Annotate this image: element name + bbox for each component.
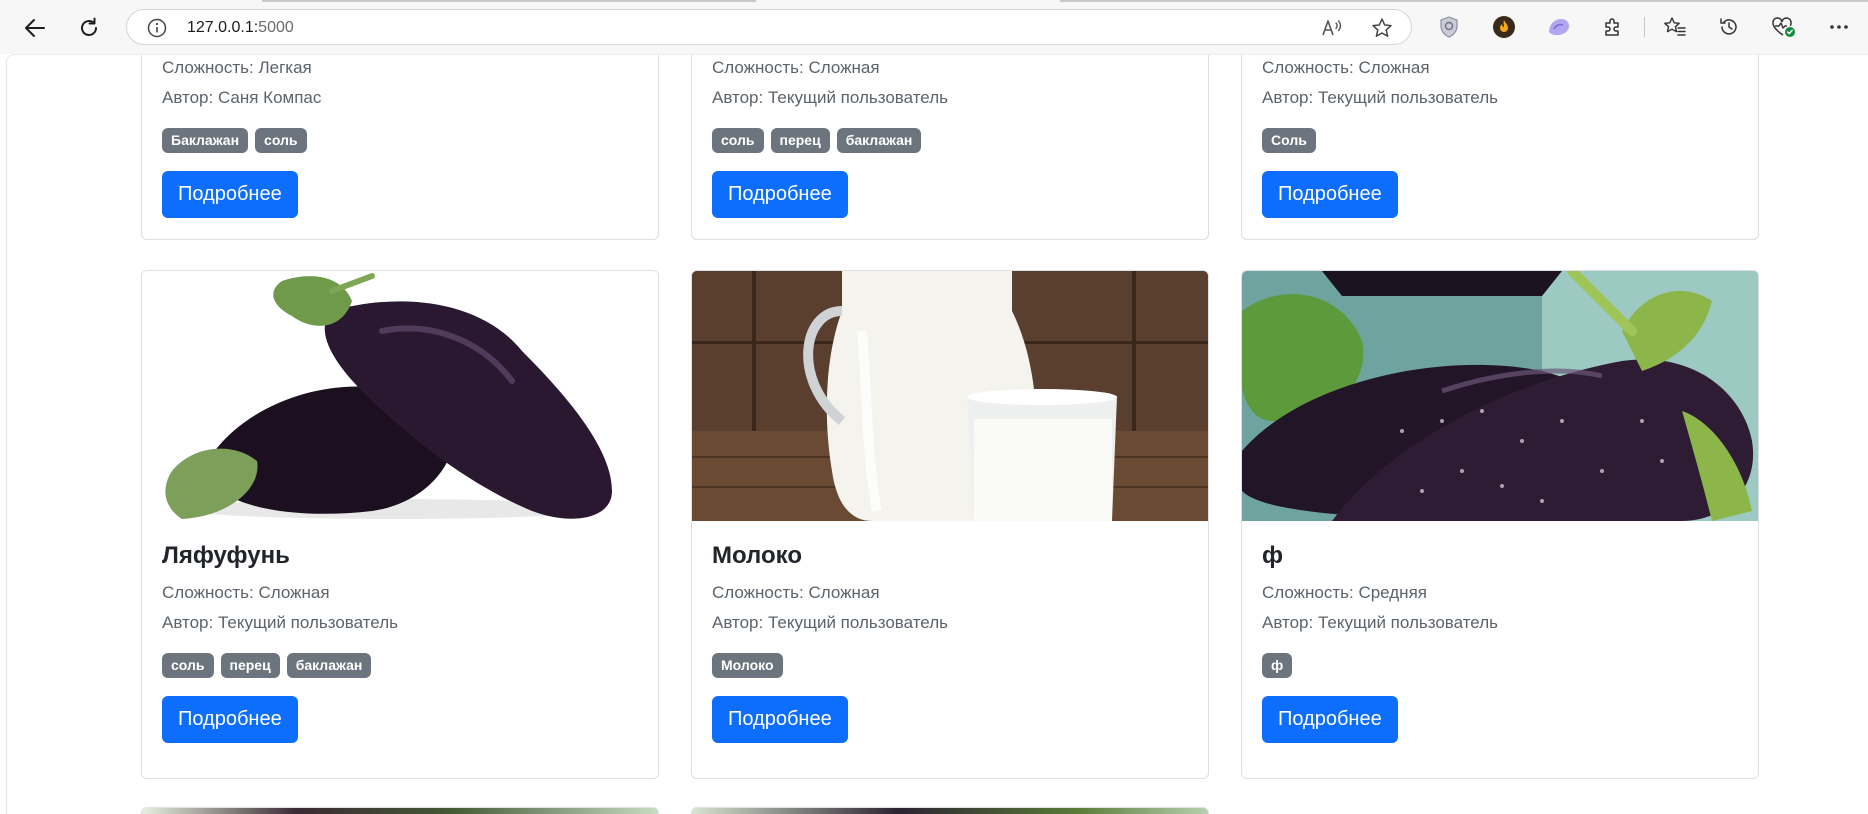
tag-badge: соль	[255, 128, 307, 153]
url-text[interactable]: 127.0.0.1:5000	[187, 19, 294, 37]
tag-badge: Баклажан	[162, 128, 249, 153]
page-content: Сложность: Легкая Автор: Саня Компас Бак…	[6, 54, 1868, 814]
extensions-puzzle-icon[interactable]	[1600, 14, 1626, 40]
tag-badge: перец	[220, 653, 280, 678]
details-button[interactable]: Подробнее	[712, 696, 848, 743]
tag-list: Соль	[1262, 128, 1316, 153]
recipe-image	[142, 271, 658, 521]
tag-badge: Молоко	[712, 653, 783, 678]
card-complexity: Сложность: Сложная	[162, 583, 330, 602]
card-author: Автор: Текущий пользователь	[712, 88, 948, 107]
recipe-image	[1242, 271, 1758, 521]
tab-strip-edge	[0, 0, 1868, 2]
recipe-card: Сложность: Легкая Автор: Саня Компас Бак…	[141, 55, 659, 240]
fire-extension-icon[interactable]	[1491, 14, 1517, 40]
tag-list: соль перец баклажан	[712, 128, 922, 153]
settings-more-icon[interactable]	[1826, 14, 1852, 40]
card-title: Молоко	[712, 542, 802, 569]
tag-badge: ф	[1262, 653, 1293, 678]
card-author: Автор: Саня Компас	[162, 88, 322, 107]
details-button[interactable]: Подробнее	[162, 696, 298, 743]
tag-badge: баклажан	[836, 128, 922, 153]
history-icon[interactable]	[1716, 14, 1742, 40]
details-button[interactable]: Подробнее	[162, 171, 298, 218]
back-button[interactable]	[19, 12, 51, 44]
recipe-card: Ляфуфунь Сложность: Сложная Автор: Текущ…	[141, 270, 659, 779]
milk-image	[692, 271, 1208, 521]
card-complexity: Сложность: Средняя	[1262, 583, 1427, 602]
recipe-card: ф Сложность: Средняя Автор: Текущий поль…	[1241, 270, 1759, 779]
details-button[interactable]: Подробнее	[1262, 696, 1398, 743]
card-author: Автор: Текущий пользователь	[1262, 88, 1498, 107]
tag-list: Баклажан соль	[162, 128, 307, 153]
tag-badge: соль	[162, 653, 214, 678]
card-complexity: Сложность: Сложная	[712, 58, 880, 77]
recipe-card: Молоко Сложность: Сложная Автор: Текущий…	[691, 270, 1209, 779]
eggplant-image	[142, 271, 658, 521]
card-title: ф	[1262, 542, 1283, 569]
card-complexity: Сложность: Легкая	[162, 58, 312, 77]
tag-badge: соль	[712, 128, 764, 153]
wet-eggplant-image	[1242, 271, 1758, 521]
address-bar[interactable]: 127.0.0.1:5000	[126, 9, 1412, 45]
browser-toolbar: 127.0.0.1:5000	[0, 0, 1868, 54]
tag-list: Молоко	[712, 653, 783, 678]
details-button[interactable]: Подробнее	[712, 171, 848, 218]
card-complexity: Сложность: Сложная	[712, 583, 880, 602]
browser-essentials-icon[interactable]	[1771, 14, 1797, 40]
card-author: Автор: Текущий пользователь	[712, 613, 948, 632]
tag-badge: Соль	[1262, 128, 1316, 153]
card-title: Ляфуфунь	[162, 542, 290, 569]
site-info-icon[interactable]	[147, 18, 167, 38]
url-host: 127.0.0.1:	[187, 19, 259, 36]
shield-extension-icon[interactable]	[1436, 14, 1462, 40]
recipe-image	[692, 271, 1208, 521]
card-author: Автор: Текущий пользователь	[162, 613, 398, 632]
recipe-card: Сложность: Сложная Автор: Текущий пользо…	[1241, 55, 1759, 240]
card-author: Автор: Текущий пользователь	[1262, 613, 1498, 632]
recipe-card: Сложность: Сложная Автор: Текущий пользо…	[691, 55, 1209, 240]
tag-list: ф	[1262, 653, 1293, 678]
favorite-star-icon[interactable]	[1371, 17, 1393, 39]
back-arrow-icon	[25, 19, 45, 37]
toolbar-separator	[1644, 17, 1645, 37]
favorites-icon[interactable]	[1662, 14, 1688, 40]
read-aloud-icon[interactable]	[1321, 17, 1343, 39]
tag-badge: перец	[770, 128, 830, 153]
reload-button[interactable]	[73, 12, 105, 44]
url-port: 5000	[258, 19, 294, 36]
tag-badge: баклажан	[286, 653, 372, 678]
copilot-extension-icon[interactable]	[1546, 14, 1572, 40]
card-complexity: Сложность: Сложная	[1262, 58, 1430, 77]
details-button[interactable]: Подробнее	[1262, 171, 1398, 218]
reload-icon	[81, 17, 97, 36]
tag-list: соль перец баклажан	[162, 653, 372, 678]
